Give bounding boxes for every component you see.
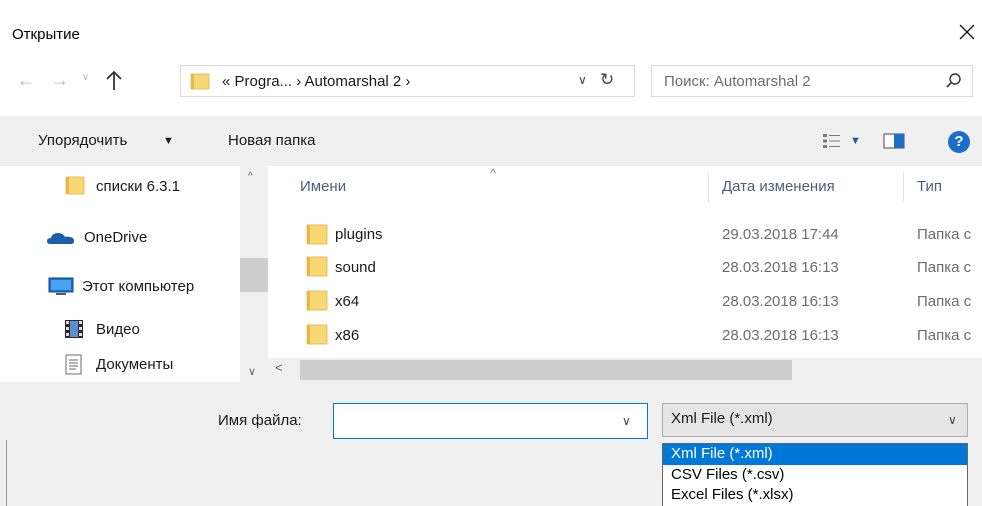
filetype-dropdown-list: Xml File (*.xml) CSV Files (*.csv) Excel… xyxy=(662,443,968,506)
file-name[interactable]: x64 xyxy=(335,293,359,310)
file-name[interactable]: plugins xyxy=(335,226,383,243)
breadcrumb[interactable]: « Progra... › Automarshal 2 › xyxy=(222,73,410,90)
sidebar-item-spiski[interactable]: списки 6.3.1 xyxy=(96,178,180,195)
recent-locations-button[interactable]: ∨ xyxy=(82,72,96,92)
window-title: Открытие xyxy=(12,26,80,43)
file-date: 28.03.2018 16:13 xyxy=(722,293,839,310)
sidebar-item-this-pc[interactable]: Этот компьютер xyxy=(82,278,194,295)
file-type: Папка с xyxy=(917,327,972,344)
computer-icon xyxy=(48,277,74,295)
sidebar-item-documents[interactable]: Документы xyxy=(96,356,173,373)
filename-label: Имя файла: xyxy=(218,412,302,429)
folder-icon xyxy=(65,176,85,195)
column-separator[interactable] xyxy=(903,172,904,202)
scroll-left-icon[interactable]: < xyxy=(275,360,283,375)
column-separator[interactable] xyxy=(708,172,709,202)
address-dropdown-button[interactable]: ∨ xyxy=(578,73,587,87)
sort-indicator-icon: ^ xyxy=(490,166,497,181)
chevron-down-icon[interactable]: ∨ xyxy=(622,414,631,428)
title-bar xyxy=(0,0,982,64)
filetype-option-excel[interactable]: Excel Files (*.xlsx) xyxy=(671,486,794,503)
file-date: 28.03.2018 16:13 xyxy=(722,327,839,344)
chevron-down-icon[interactable]: ▼ xyxy=(850,135,861,147)
search-placeholder: Поиск: Automarshal 2 xyxy=(664,73,811,90)
file-type: Папка с xyxy=(917,226,972,243)
sidebar-item-onedrive[interactable]: OneDrive xyxy=(84,229,147,246)
folder-icon xyxy=(306,256,328,277)
scroll-up-icon[interactable]: ^ xyxy=(248,171,253,182)
folder-icon xyxy=(306,224,328,245)
close-icon[interactable] xyxy=(955,20,979,44)
navigation-pane xyxy=(0,166,268,382)
forward-button[interactable]: → xyxy=(48,70,72,94)
documents-icon xyxy=(65,354,82,375)
file-type: Папка с xyxy=(917,293,972,310)
filename-input[interactable] xyxy=(333,403,648,439)
folder-icon xyxy=(306,324,328,345)
file-name[interactable]: sound xyxy=(335,259,376,276)
help-icon[interactable]: ? xyxy=(948,131,970,153)
file-name[interactable]: x86 xyxy=(335,327,359,344)
up-arrow-icon[interactable] xyxy=(100,68,128,94)
chevron-down-icon[interactable]: ▼ xyxy=(163,135,174,147)
column-header-type[interactable]: Тип xyxy=(917,178,942,195)
back-button[interactable]: ← xyxy=(14,70,38,94)
folder-icon xyxy=(190,73,210,90)
file-list-scrollbar-thumb[interactable] xyxy=(300,360,792,380)
file-date: 29.03.2018 17:44 xyxy=(722,226,839,243)
refresh-icon[interactable]: ↻ xyxy=(600,70,622,92)
view-options-icon[interactable] xyxy=(822,132,842,150)
chevron-down-icon[interactable]: ∨ xyxy=(948,413,957,427)
search-icon[interactable] xyxy=(944,71,964,91)
folder-icon xyxy=(306,290,328,311)
sidebar-scrollbar-thumb[interactable] xyxy=(240,258,268,292)
filetype-selected[interactable]: Xml File (*.xml) xyxy=(671,410,773,427)
column-header-name[interactable]: Имени xyxy=(300,178,346,195)
new-folder-button[interactable]: Новая папка xyxy=(228,132,315,149)
file-date: 28.03.2018 16:13 xyxy=(722,259,839,276)
cloud-icon xyxy=(47,233,74,244)
sidebar-item-video[interactable]: Видео xyxy=(96,321,140,338)
column-header-date[interactable]: Дата изменения xyxy=(722,178,835,195)
filetype-option-xml[interactable]: Xml File (*.xml) xyxy=(671,445,773,462)
preview-pane-icon[interactable] xyxy=(883,133,905,149)
organize-button[interactable]: Упорядочить xyxy=(38,132,127,149)
video-icon xyxy=(65,320,83,338)
divider xyxy=(6,440,7,506)
scroll-down-icon[interactable]: ∨ xyxy=(248,365,256,378)
file-type: Папка с xyxy=(917,259,972,276)
filetype-option-csv[interactable]: CSV Files (*.csv) xyxy=(671,466,784,483)
